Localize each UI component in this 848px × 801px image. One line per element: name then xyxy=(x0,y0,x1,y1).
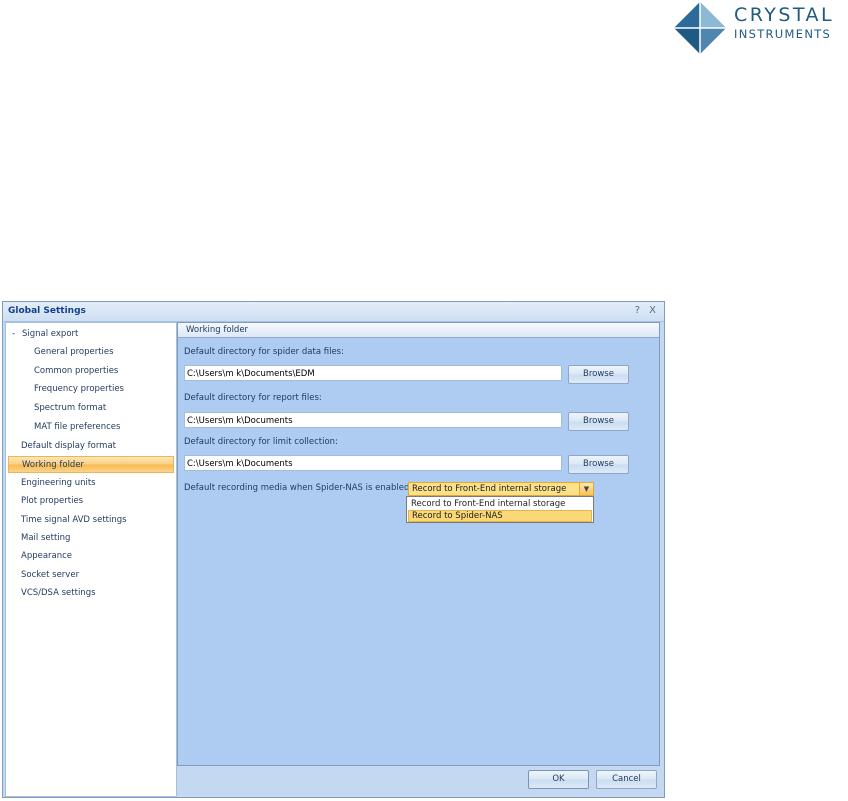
tree-item-general-properties[interactable]: General properties xyxy=(34,347,114,357)
logo-text-crystal: CRYSTAL xyxy=(734,4,835,26)
tree-item-appearance[interactable]: Appearance xyxy=(21,551,72,561)
close-button[interactable]: X xyxy=(649,305,656,316)
logo-diamond-icon xyxy=(674,2,726,54)
report-dir-label: Default directory for report files: xyxy=(184,393,322,403)
tree-item-socket-server[interactable]: Socket server xyxy=(21,570,79,580)
settings-tree: - Signal export General properties Common… xyxy=(5,322,177,797)
tree-item-spectrum-format[interactable]: Spectrum format xyxy=(34,403,106,413)
panel-header: Working folder xyxy=(178,323,659,338)
collapse-icon[interactable]: - xyxy=(12,329,22,339)
browse-spider-button[interactable]: Browse xyxy=(568,365,629,384)
tree-item-time-signal-avd[interactable]: Time signal AVD settings xyxy=(21,515,127,525)
working-folder-panel: Working folder Default directory for spi… xyxy=(177,322,660,766)
recording-media-label: Default recording media when Spider-NAS … xyxy=(184,483,413,493)
browse-report-button[interactable]: Browse xyxy=(568,412,629,431)
dropdown-option-spider-nas[interactable]: Record to Spider-NAS xyxy=(408,510,592,522)
tree-item-vcs-dsa-settings[interactable]: VCS/DSA settings xyxy=(21,588,96,598)
chevron-down-icon[interactable]: ▼ xyxy=(579,483,593,495)
recording-media-value: Record to Front-End internal storage xyxy=(412,484,567,494)
browse-limit-button[interactable]: Browse xyxy=(568,455,629,474)
tree-item-signal-export[interactable]: - Signal export xyxy=(12,329,78,339)
global-settings-dialog: Global Settings ? X - Signal export Gener… xyxy=(2,301,665,798)
tree-item-engineering-units[interactable]: Engineering units xyxy=(21,478,96,488)
tree-item-frequency-properties[interactable]: Frequency properties xyxy=(34,384,124,394)
dropdown-option-front-end[interactable]: Record to Front-End internal storage xyxy=(408,498,592,510)
tree-item-working-folder[interactable]: Working folder xyxy=(8,456,174,473)
help-button[interactable]: ? xyxy=(635,305,640,316)
tree-item-default-display-format[interactable]: Default display format xyxy=(21,441,116,451)
report-dir-input[interactable]: C:\Users\m k\Documents xyxy=(184,412,562,428)
panel-title: Working folder xyxy=(186,325,249,335)
recording-media-select[interactable]: Record to Front-End internal storage ▼ xyxy=(408,482,594,496)
tree-item-plot-properties[interactable]: Plot properties xyxy=(21,496,83,506)
tree-item-mail-setting[interactable]: Mail setting xyxy=(21,533,70,543)
limit-dir-label: Default directory for limit collection: xyxy=(184,437,338,447)
crystal-instruments-logo: CRYSTAL INSTRUMENTS xyxy=(672,0,848,56)
dialog-title: Global Settings xyxy=(8,306,86,316)
spider-dir-label: Default directory for spider data files: xyxy=(184,347,344,357)
logo-text-instruments: INSTRUMENTS xyxy=(734,27,832,41)
ok-button[interactable]: OK xyxy=(528,770,589,789)
spider-dir-input[interactable]: C:\Users\m k\Documents\EDM xyxy=(184,365,562,381)
tree-item-mat-file-preferences[interactable]: MAT file preferences xyxy=(34,422,120,432)
tree-item-common-properties[interactable]: Common properties xyxy=(34,366,118,376)
limit-dir-input[interactable]: C:\Users\m k\Documents xyxy=(184,455,562,471)
recording-media-dropdown: Record to Front-End internal storage Rec… xyxy=(406,496,594,523)
title-bar: Global Settings ? X xyxy=(3,302,664,322)
cancel-button[interactable]: Cancel xyxy=(596,770,657,789)
